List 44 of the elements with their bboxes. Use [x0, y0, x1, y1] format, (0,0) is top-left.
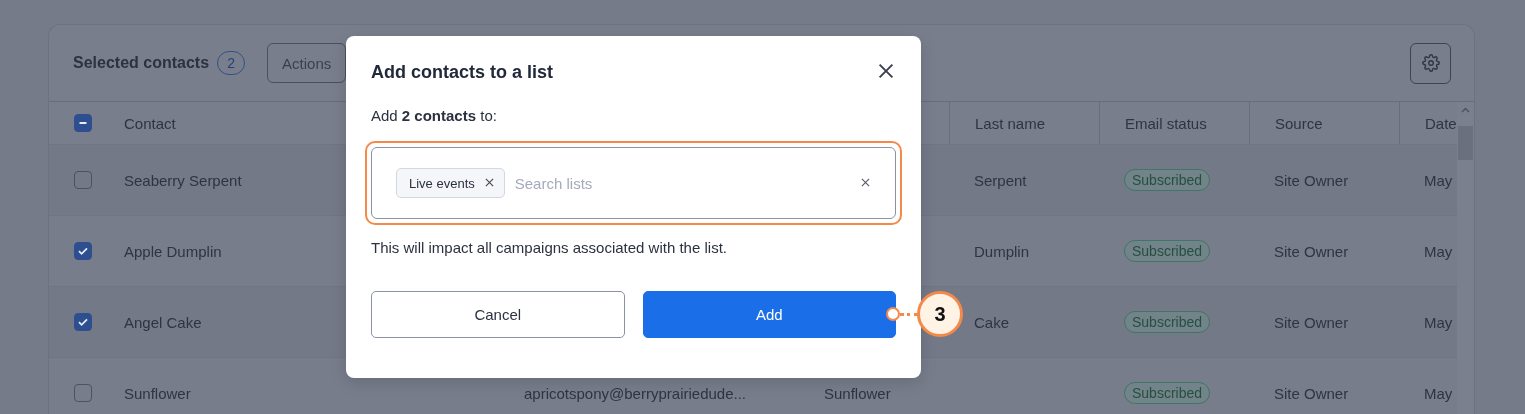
table-cell: Sunflower — [824, 384, 891, 402]
check-icon — [77, 316, 89, 328]
table-cell: Cake — [974, 313, 1010, 331]
table-cell: Site Owner — [1274, 242, 1349, 260]
check-icon — [77, 245, 89, 257]
column-header: Email status — [1125, 114, 1207, 132]
row-checkbox[interactable] — [74, 384, 92, 402]
dialog-note: This will impact all campaigns associated with the list. — [371, 239, 728, 256]
table-cell: Angel Cake — [124, 313, 202, 331]
row-checkbox[interactable] — [74, 242, 92, 260]
select-all-checkbox[interactable] — [74, 114, 92, 132]
status-badge: Subscribed — [1124, 169, 1211, 191]
table-cell: May — [1424, 242, 1453, 260]
clear-button[interactable] — [861, 178, 871, 188]
column-header: Date — [1425, 114, 1457, 132]
dialog-title: Add contacts to a list — [371, 62, 554, 83]
status-badge: Subscribed — [1124, 382, 1211, 404]
row-checkbox[interactable] — [74, 313, 92, 331]
table-cell: May — [1424, 313, 1453, 331]
column-header: Contact — [124, 114, 176, 132]
table-cell: Sunflower — [124, 384, 191, 402]
remove-chip-button[interactable] — [484, 178, 495, 188]
add-button[interactable]: Add — [642, 291, 896, 338]
table-cell: Apple Dumplin — [124, 242, 222, 260]
status-badge: Subscribed — [1124, 311, 1211, 333]
cancel-button[interactable]: Cancel — [371, 291, 625, 338]
row-checkbox[interactable] — [74, 171, 92, 189]
toolbar-title: Selected contacts — [73, 54, 210, 72]
table-cell: Serpent — [974, 171, 1027, 189]
table-cell: Site Owner — [1274, 171, 1349, 189]
settings-icon — [1421, 54, 1440, 72]
table-cell: Dumplin — [974, 242, 1030, 260]
table-cell: Site Owner — [1274, 313, 1349, 331]
table-cell: May — [1424, 384, 1453, 402]
table-cell: Seaberry Serpent — [124, 171, 242, 189]
table-cell: May — [1424, 171, 1453, 189]
column-header: Source — [1275, 114, 1323, 132]
settings-button[interactable] — [1410, 42, 1451, 84]
dialog-intro: Add 2 contacts to: — [371, 107, 498, 124]
table-cell: apricotspony@berryprairiedude... — [524, 384, 746, 402]
table-cell: Site Owner — [1274, 384, 1349, 402]
column-header: Last name — [975, 114, 1046, 132]
list-chip: Live events — [396, 168, 505, 198]
status-badge: Subscribed — [1124, 240, 1211, 262]
